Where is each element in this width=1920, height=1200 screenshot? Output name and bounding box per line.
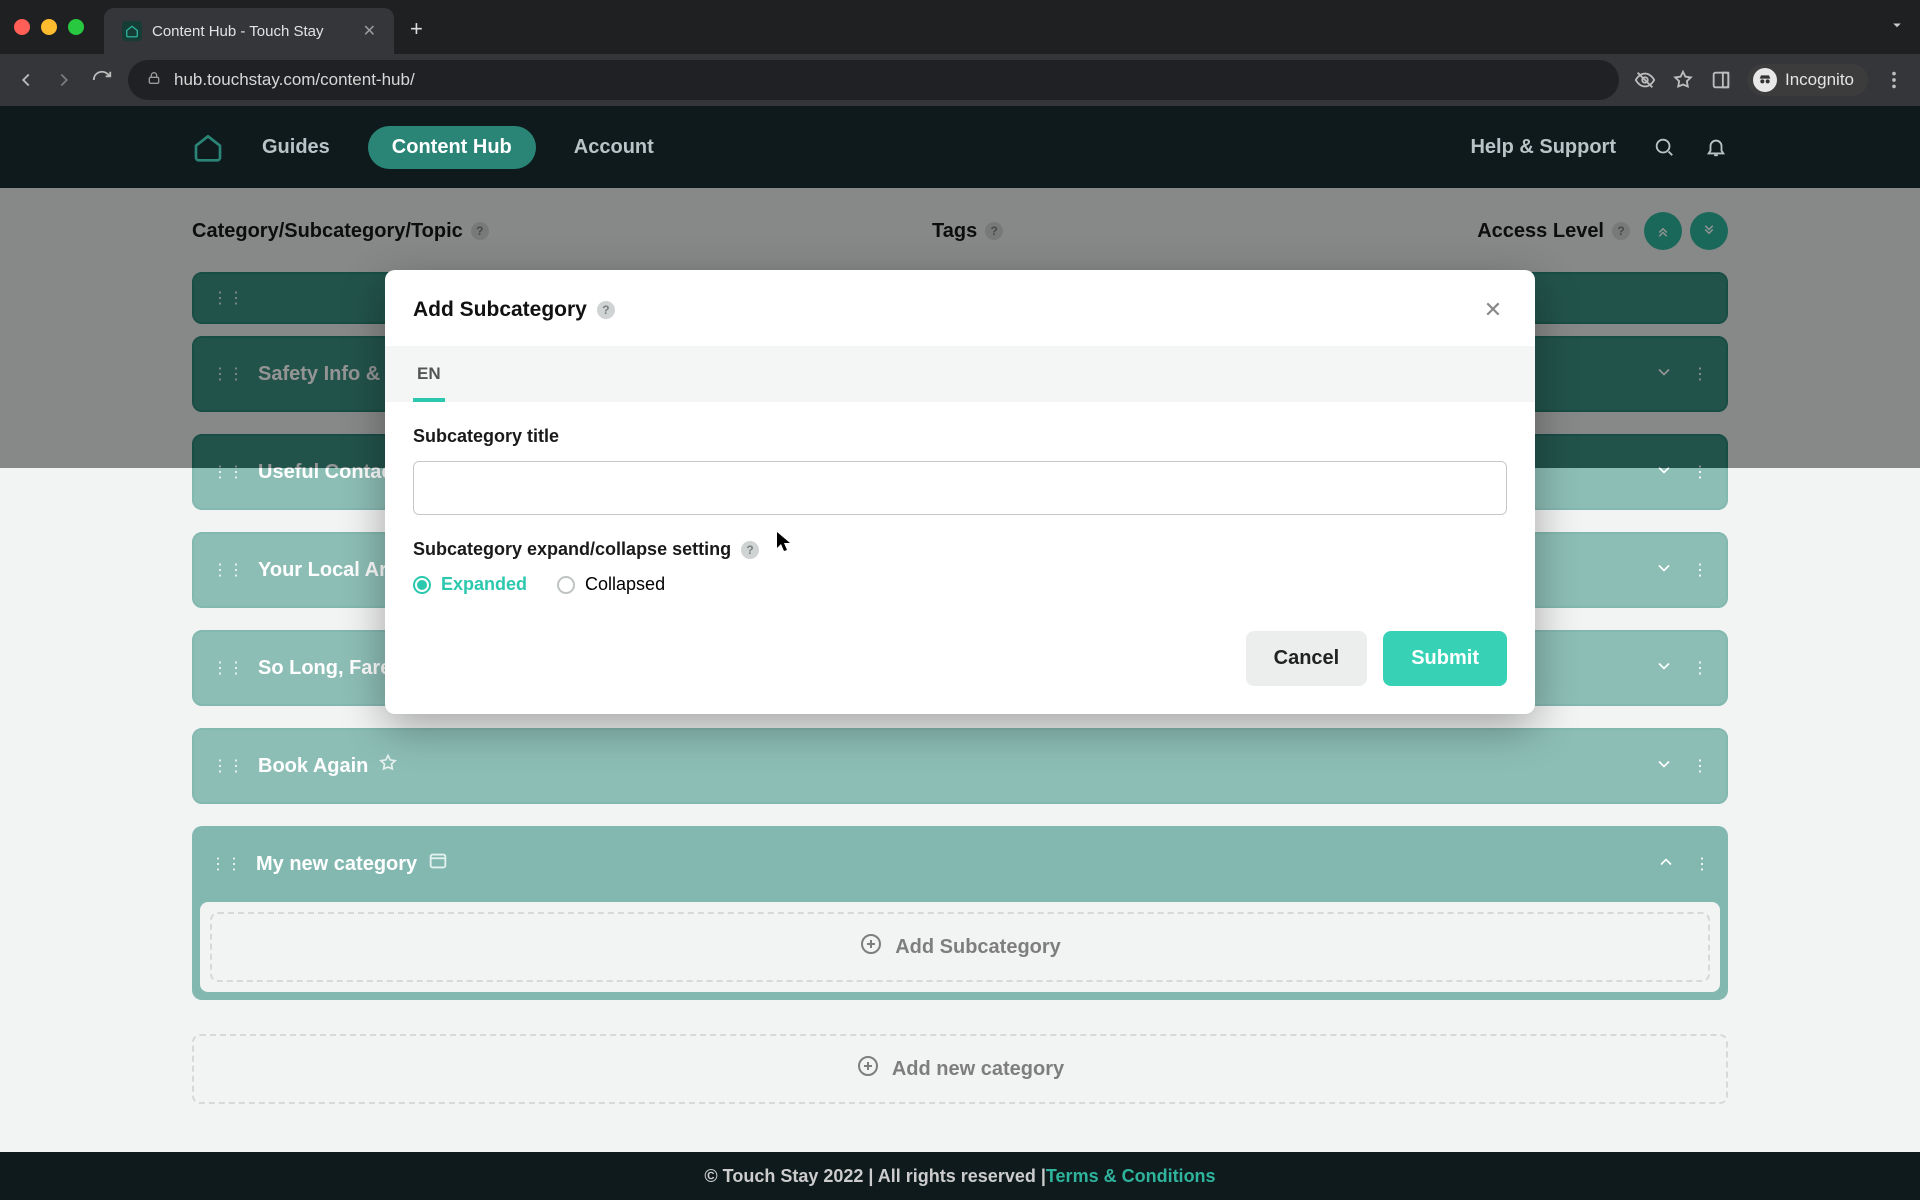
incognito-icon xyxy=(1753,68,1777,92)
incognito-indicator[interactable]: Incognito xyxy=(1747,64,1868,96)
star-icon[interactable] xyxy=(1671,68,1695,92)
radio-collapsed[interactable]: Collapsed xyxy=(557,574,665,595)
tab-title: Content Hub - Touch Stay xyxy=(152,23,353,40)
subcategory-title-input[interactable] xyxy=(413,461,1507,515)
cancel-button[interactable]: Cancel xyxy=(1246,631,1368,686)
subcategory-title-label: Subcategory title xyxy=(413,426,559,447)
lang-tab-en[interactable]: EN xyxy=(413,346,445,402)
radio-dot-icon xyxy=(413,576,431,594)
radio-expanded-label: Expanded xyxy=(441,574,527,595)
reload-icon[interactable] xyxy=(90,68,114,92)
help-icon[interactable]: ? xyxy=(597,301,615,319)
tab-close-icon[interactable]: ✕ xyxy=(363,21,376,41)
add-subcategory-modal: Add Subcategory ? ✕ EN Subcategory title… xyxy=(385,270,1535,714)
back-icon[interactable] xyxy=(14,68,38,92)
forward-icon[interactable] xyxy=(52,68,76,92)
window-close[interactable] xyxy=(14,19,30,35)
modal-title: Add Subcategory xyxy=(413,298,587,322)
new-tab-button[interactable]: + xyxy=(410,16,423,42)
tabs-menu-icon[interactable] xyxy=(1888,16,1906,39)
kebab-menu-icon[interactable] xyxy=(1882,68,1906,92)
expand-setting-label: Subcategory expand/collapse setting xyxy=(413,539,731,560)
radio-expanded[interactable]: Expanded xyxy=(413,574,527,595)
window-zoom[interactable] xyxy=(68,19,84,35)
browser-tab[interactable]: Content Hub - Touch Stay ✕ xyxy=(104,8,394,54)
modal-layer: Add Subcategory ? ✕ EN Subcategory title… xyxy=(0,106,1920,1200)
extensions-icon[interactable] xyxy=(1709,68,1733,92)
browser-toolbar: hub.touchstay.com/content-hub/ Incognito xyxy=(0,54,1920,106)
window-minimize[interactable] xyxy=(41,19,57,35)
address-bar[interactable]: hub.touchstay.com/content-hub/ xyxy=(128,60,1619,100)
eye-off-icon[interactable] xyxy=(1633,68,1657,92)
window-controls xyxy=(14,19,84,35)
lock-icon xyxy=(146,70,162,91)
help-icon[interactable]: ? xyxy=(741,541,759,559)
cursor-icon xyxy=(776,531,792,553)
tab-favicon xyxy=(122,21,142,41)
language-tabs: EN xyxy=(385,346,1535,402)
radio-dot-icon xyxy=(557,576,575,594)
close-icon[interactable]: ✕ xyxy=(1479,296,1507,324)
radio-collapsed-label: Collapsed xyxy=(585,574,665,595)
browser-tab-strip: Content Hub - Touch Stay ✕ + xyxy=(0,0,1920,54)
submit-button[interactable]: Submit xyxy=(1383,631,1507,686)
incognito-label: Incognito xyxy=(1785,70,1854,90)
url-text: hub.touchstay.com/content-hub/ xyxy=(174,70,1601,90)
